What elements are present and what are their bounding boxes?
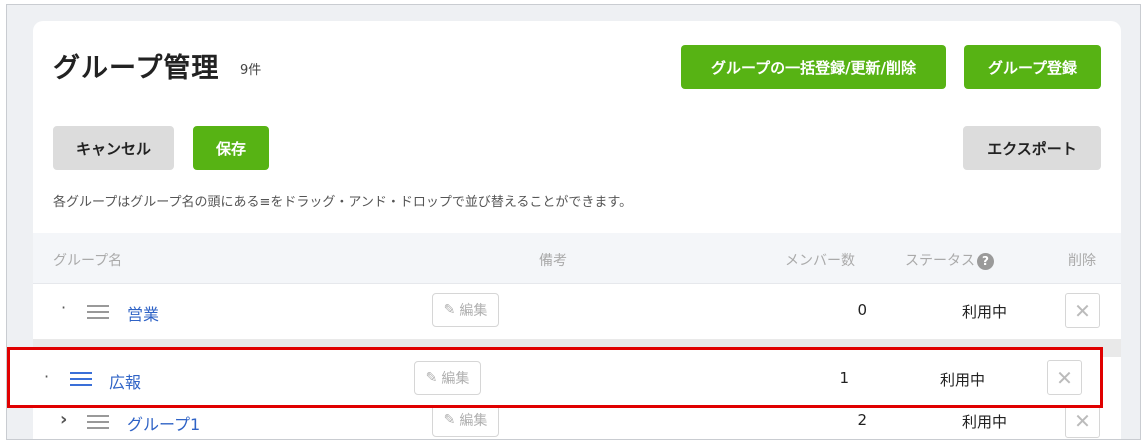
dragging-row[interactable]: · 広報 ✎ 編集 1 利用中 ✕ [7,347,1103,408]
group-name-link[interactable]: グループ1 [127,411,200,435]
table-row: · 営業 ✎ 編集 0 利用中 ✕ [33,284,1121,338]
edit-label: 編集 [441,371,470,387]
group-name-link[interactable]: 営業 [127,301,159,325]
help-icon[interactable]: ? [977,252,994,270]
column-header-members: メンバー数 [785,253,855,269]
save-button[interactable]: 保存 [193,126,269,170]
member-count: 2 [857,411,867,429]
status-text: 利用中 [962,413,1008,431]
edit-button[interactable]: ✎ 編集 [432,293,499,327]
member-count: 1 [839,369,849,387]
group-count: 9件 [240,63,262,78]
group-name-link[interactable]: 広報 [109,369,141,393]
member-count: 0 [857,301,867,319]
pencil-icon: ✎ [443,302,456,318]
page-title: グループ管理 [53,53,220,84]
pencil-icon: ✎ [443,412,456,428]
bullet-icon: · [44,367,50,386]
delete-button[interactable]: ✕ [1047,360,1082,395]
bulk-register-button[interactable]: グループの一括登録/更新/削除 [681,45,946,89]
status-text: 利用中 [940,371,986,389]
edit-label: 編集 [459,413,488,429]
edit-button[interactable]: ✎ 編集 [432,403,499,437]
close-icon: ✕ [1074,298,1091,323]
status-text: 利用中 [962,303,1008,321]
column-header-status: ステータス? [905,250,994,270]
cancel-button[interactable]: キャンセル [53,126,174,170]
edit-label: 編集 [459,303,488,319]
column-header-delete: 削除 [1068,253,1096,269]
column-header-name: グループ名 [53,253,123,269]
table-header: グループ名 備考 メンバー数 ステータス? 削除 [33,233,1121,284]
edit-button[interactable]: ✎ 編集 [414,361,481,395]
register-group-button[interactable]: グループ登録 [964,45,1101,89]
delete-button[interactable]: ✕ [1065,293,1100,328]
pencil-icon: ✎ [425,370,438,386]
drag-handle-icon[interactable] [70,372,92,386]
column-header-note: 備考 [539,253,567,269]
column-header-status-label: ステータス [905,253,975,269]
export-button[interactable]: エクスポート [963,126,1101,170]
drag-handle-icon[interactable] [87,415,109,429]
close-icon: ✕ [1074,408,1091,433]
reorder-hint: 各グループはグループ名の頭にある≡をドラッグ・アンド・ドロップで並び替えることが… [53,195,633,210]
chevron-right-icon[interactable]: › [60,409,67,430]
bullet-icon: · [61,298,67,317]
delete-button[interactable]: ✕ [1065,403,1100,438]
close-icon: ✕ [1056,365,1073,390]
drag-handle-icon[interactable] [87,305,109,319]
